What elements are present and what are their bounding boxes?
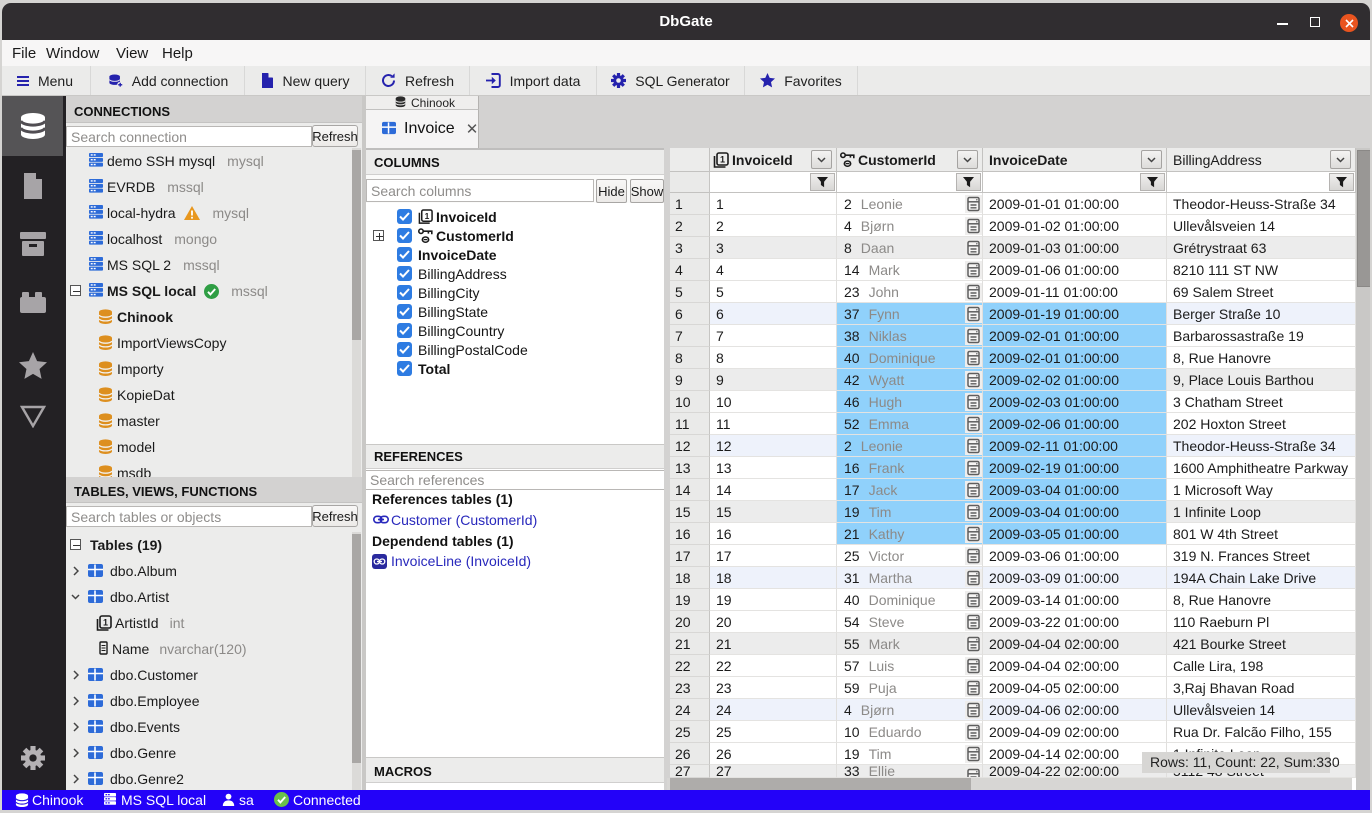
svg-text:1: 1 [720, 155, 725, 165]
svg-text:1: 1 [103, 618, 108, 628]
svg-text:1: 1 [425, 211, 430, 221]
